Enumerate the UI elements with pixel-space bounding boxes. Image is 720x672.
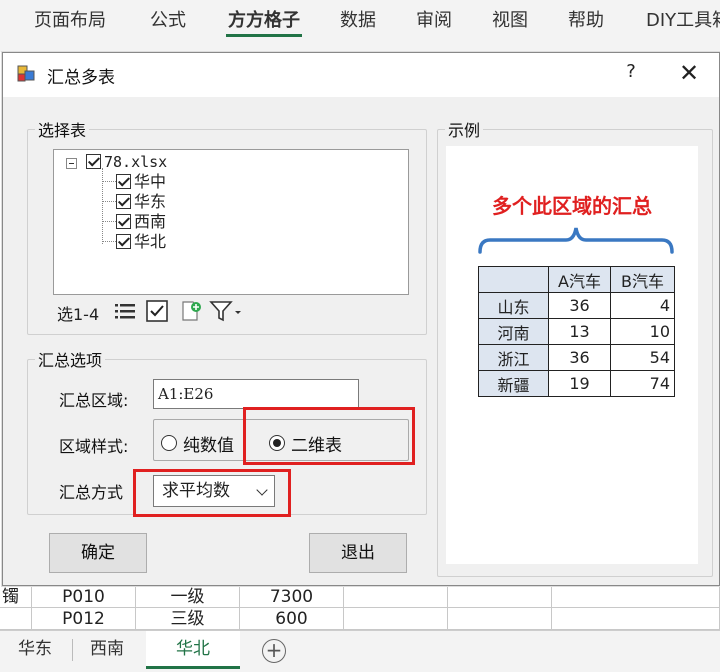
cell[interactable]: P012: [32, 608, 136, 630]
worksheet-grid: 镯 P010 一级 7300 P012 三级 600: [0, 586, 720, 630]
table-cell: 10: [610, 318, 675, 345]
filter-dropdown-icon[interactable]: [209, 299, 245, 323]
file-name: 78.xlsx: [104, 153, 168, 171]
checkbox-checked-icon[interactable]: [116, 194, 131, 209]
ribbon-tab-fangfanggezi[interactable]: 方方格子: [228, 6, 300, 32]
table-row-label: 浙江: [478, 344, 549, 371]
sheet-tab-xinan[interactable]: 西南: [76, 631, 138, 669]
ribbon-tab-page-layout[interactable]: 页面布局: [34, 6, 106, 32]
add-file-icon[interactable]: [179, 299, 203, 323]
ok-button[interactable]: 确定: [49, 533, 147, 573]
brace-icon: [478, 227, 674, 254]
tree-item-sheet[interactable]: 西南: [116, 212, 166, 232]
checkbox-checked-icon[interactable]: [116, 214, 131, 229]
table-row-label: 新疆: [478, 370, 549, 397]
cell[interactable]: [344, 608, 448, 630]
table-header-cell: [478, 266, 549, 293]
cell[interactable]: [448, 586, 552, 608]
cell[interactable]: 三级: [136, 608, 240, 630]
table-row-label: 河南: [478, 318, 549, 345]
dialog-title: 汇总多表: [47, 68, 115, 88]
close-icon[interactable]: ✕: [675, 59, 703, 87]
tree-item-sheet[interactable]: 华东: [116, 192, 166, 212]
table-header-cell: A汽车: [548, 266, 611, 293]
range-label: 汇总区域:: [59, 391, 129, 410]
dialog-titlebar: 汇总多表 ? ✕: [3, 53, 719, 97]
table-cell: 36: [548, 344, 611, 371]
ribbon-tab-review[interactable]: 审阅: [416, 6, 452, 32]
example-table: A汽车 B汽车 山东 36 4 河南 13 10 浙江 36 54 新疆 19 …: [478, 266, 675, 397]
ribbon-tab-formulas[interactable]: 公式: [150, 6, 186, 32]
tree-item-file[interactable]: 78.xlsx: [86, 152, 167, 172]
tree-toolbar: 选1-4: [53, 295, 409, 327]
cell[interactable]: [552, 608, 720, 630]
sheet-name: 华北: [134, 232, 167, 251]
tab-separator: [72, 639, 73, 661]
tree-item-sheet[interactable]: 华北: [116, 232, 166, 252]
table-cell: 36: [548, 292, 611, 319]
list-icon[interactable]: [113, 299, 137, 323]
add-sheet-icon[interactable]: +: [262, 639, 286, 663]
cell[interactable]: [448, 608, 552, 630]
table-cell: 13: [548, 318, 611, 345]
checkbox-checked-icon[interactable]: [86, 154, 101, 169]
ribbon-tab-diy-toolbox[interactable]: DIY工具箱: [646, 6, 720, 32]
cell[interactable]: 一级: [136, 586, 240, 608]
radio-pure-values[interactable]: [161, 435, 177, 451]
checkbox-checked-icon[interactable]: [116, 174, 131, 189]
ribbon-tab-help[interactable]: 帮助: [568, 6, 604, 32]
highlight-box-2d-table: [243, 407, 415, 465]
radio-pure-values-label[interactable]: 纯数值: [183, 431, 234, 456]
range-input[interactable]: A1:E26: [153, 379, 359, 409]
ribbon-tab-bar: 页面布局 公式 方方格子 数据 审阅 视图 帮助 DIY工具箱: [0, 0, 720, 52]
table-cell: 4: [610, 292, 675, 319]
method-label: 汇总方式: [59, 483, 124, 502]
cell[interactable]: 600: [240, 608, 344, 630]
sheet-name: 华中: [134, 172, 167, 191]
region-style-label: 区域样式:: [59, 437, 129, 456]
sheet-tab-huabei[interactable]: 华北: [146, 631, 240, 669]
checkbox-checked-icon[interactable]: [116, 234, 131, 249]
cell[interactable]: P010: [32, 586, 136, 608]
tree-item-sheet[interactable]: 华中: [116, 172, 166, 192]
sheet-name: 西南: [134, 212, 167, 231]
collapse-icon[interactable]: [66, 158, 77, 169]
highlight-box-method: [133, 469, 291, 517]
example-caption: 多个此区域的汇总: [492, 194, 652, 218]
app-icon: [17, 65, 35, 82]
cell[interactable]: [552, 586, 720, 608]
example-label: 示例: [445, 117, 484, 141]
cell[interactable]: [0, 608, 32, 630]
table-cell: 19: [548, 370, 611, 397]
active-tab-underline: [226, 34, 302, 37]
table-cell: 74: [610, 370, 675, 397]
check-all-icon[interactable]: [145, 299, 169, 323]
sheet-tab-huadong[interactable]: 华东: [4, 631, 66, 669]
ribbon-tab-data[interactable]: 数据: [340, 6, 376, 32]
sheet-name: 华东: [134, 192, 167, 211]
cell[interactable]: 镯: [0, 586, 32, 608]
example-preview: 多个此区域的汇总 A汽车 B汽车 山东 36 4 河南 13 10 浙江 36 …: [446, 146, 698, 564]
exit-button[interactable]: 退出: [309, 533, 407, 573]
ribbon-tab-view[interactable]: 视图: [492, 6, 528, 32]
sheet-tree: 78.xlsx 华中 华东 西南 华北: [53, 149, 409, 295]
select-range-label[interactable]: 选1-4: [57, 301, 99, 325]
cell[interactable]: 7300: [240, 586, 344, 608]
table-cell: 54: [610, 344, 675, 371]
table-row-label: 山东: [478, 292, 549, 319]
select-sheets-label: 选择表: [35, 117, 90, 141]
cell[interactable]: [344, 586, 448, 608]
help-icon[interactable]: ?: [619, 61, 643, 87]
tree-guide-line: [102, 168, 103, 244]
sheet-tab-bar: 华东 西南 华北 +: [0, 630, 720, 672]
summary-options-label: 汇总选项: [35, 347, 106, 371]
table-header-cell: B汽车: [610, 266, 675, 293]
